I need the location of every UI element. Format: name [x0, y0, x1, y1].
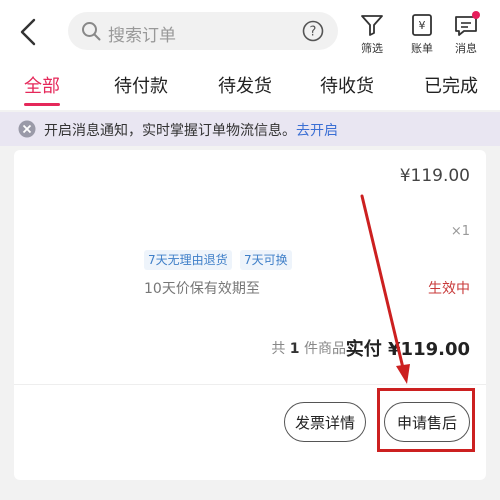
tab-pending-payment[interactable]: 待付款	[114, 72, 168, 98]
item-count: 共 1 件商品	[271, 338, 346, 358]
tab-all[interactable]: 全部	[24, 72, 60, 98]
notification-banner: 开启消息通知，实时掌握订单物流信息。去开启	[0, 112, 500, 146]
message-label: 消息	[455, 42, 477, 55]
notice-message: 开启消息通知，实时掌握订单物流信息。	[44, 123, 296, 139]
search-bar[interactable]: 搜索订单 ?	[68, 12, 338, 50]
unread-dot	[472, 11, 480, 19]
divider	[14, 384, 486, 385]
svg-text:¥: ¥	[419, 19, 426, 32]
bill-label: 账单	[411, 42, 433, 55]
back-arrow-icon[interactable]	[14, 14, 44, 50]
price-protection-text: 10天价保有效期至	[144, 281, 260, 297]
filter-icon	[361, 15, 383, 36]
notice-text: 开启消息通知，实时掌握订单物流信息。去开启	[44, 120, 338, 140]
filter-button[interactable]: 筛选	[352, 12, 392, 58]
search-placeholder: 搜索订单	[108, 26, 176, 46]
tab-pending-shipment[interactable]: 待发货	[218, 72, 272, 98]
invoice-details-button[interactable]: 发票详情	[284, 402, 366, 442]
bill-button[interactable]: ¥ 账单	[402, 12, 442, 58]
bill-icon: ¥	[412, 14, 432, 36]
order-tabs: 全部 待付款 待发货 待收货 已完成	[0, 66, 500, 106]
paid-amount: ¥119.00	[388, 339, 470, 360]
message-button[interactable]: 消息	[446, 11, 486, 58]
return-policy-tag: 7天无理由退货	[144, 250, 232, 270]
quantity: ×1	[450, 224, 470, 239]
close-icon[interactable]	[18, 120, 36, 138]
enable-notifications-link[interactable]: 去开启	[296, 123, 338, 139]
paid-total: 实付 ¥119.00	[346, 335, 470, 361]
paid-label: 实付	[345, 339, 382, 360]
price-protection-status: 生效中	[428, 281, 470, 297]
top-bar: 搜索订单 ? 筛选 ¥ 账单 消息 全部 待付款 待发货 待收货 已完成	[0, 0, 500, 110]
tab-pending-receipt[interactable]: 待收货	[320, 72, 374, 98]
tab-completed[interactable]: 已完成	[424, 72, 478, 98]
svg-text:?: ?	[310, 25, 317, 40]
filter-label: 筛选	[361, 42, 383, 55]
exchange-policy-tag: 7天可换	[240, 250, 292, 270]
help-icon[interactable]: ?	[302, 20, 324, 42]
item-count-prefix: 共	[271, 341, 286, 357]
search-icon	[82, 22, 101, 41]
active-tab-indicator	[24, 103, 60, 106]
unit-price: ¥119.00	[399, 166, 470, 186]
annotation-highlight-box	[377, 388, 475, 452]
item-count-value: 1	[289, 341, 300, 357]
item-count-suffix: 件商品	[304, 341, 346, 357]
